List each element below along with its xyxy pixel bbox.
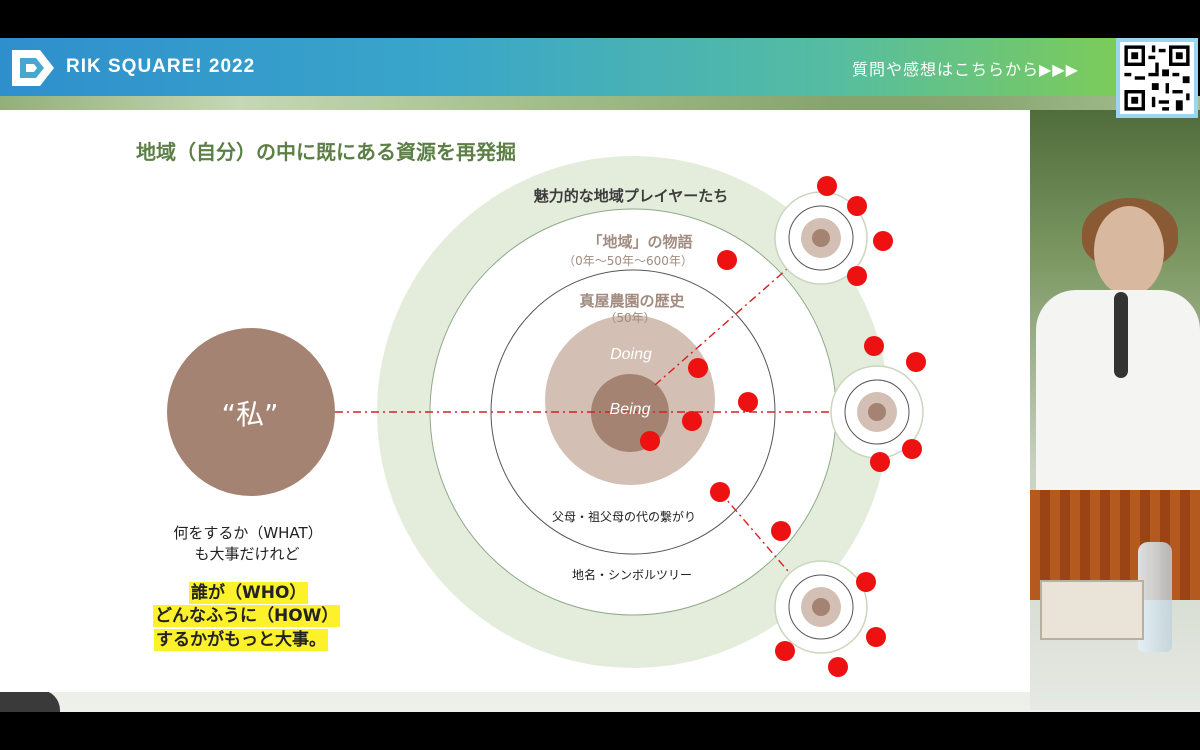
red-dot — [710, 482, 730, 502]
who-line-3: するかがもっと大事。 — [154, 629, 328, 651]
who-line-2: どんなふうに（HOW） — [153, 605, 341, 627]
red-dot — [771, 521, 791, 541]
watashi-label: “私” — [221, 398, 279, 431]
red-dot — [864, 336, 884, 356]
slide-title: 地域（自分）の中に既にある資源を再発掘 — [136, 140, 516, 164]
red-dot — [828, 657, 848, 677]
what-line-2: も大事だけれど — [194, 545, 300, 563]
red-dot — [688, 358, 708, 378]
red-dot — [640, 431, 660, 451]
doing-label: Doing — [610, 346, 652, 363]
red-dot — [847, 266, 867, 286]
family-ties-label: 父母・祖父母の代の繋がり — [551, 510, 697, 524]
microphone-icon — [1114, 292, 1128, 378]
foreground-object — [0, 690, 60, 712]
red-dot — [866, 627, 886, 647]
history-subtitle: （50年） — [604, 311, 656, 325]
red-dot — [817, 176, 837, 196]
red-dot — [775, 641, 795, 661]
bottom-letterbox — [0, 712, 1200, 750]
qr-code-icon — [1121, 42, 1193, 114]
story-subtitle: （0年〜50年〜600年） — [563, 254, 693, 268]
history-title: 真屋農園の歴史 — [579, 292, 685, 310]
place-name-label: 地名・シンボルツリー — [571, 568, 693, 582]
speaker-face — [1094, 206, 1164, 296]
floor-photo-card — [1040, 580, 1144, 640]
what-line-1: 何をするか（WHAT） — [173, 524, 323, 542]
red-dot — [870, 452, 890, 472]
app-title: RIK SQUARE! 2022 — [66, 56, 256, 77]
being-label: Being — [609, 401, 651, 418]
red-dot — [717, 250, 737, 270]
red-dot — [847, 196, 867, 216]
story-title: 「地域」の物語 — [587, 233, 693, 251]
rik-logo-icon — [12, 50, 54, 86]
players-label: 魅力的な地域プレイヤーたち — [533, 187, 729, 205]
red-dot — [856, 572, 876, 592]
red-dot — [682, 411, 702, 431]
feedback-link[interactable]: 質問や感想はこちらから▶▶▶ — [852, 56, 1079, 80]
qr-code[interactable] — [1116, 38, 1198, 118]
stream-frame: RIK SQUARE! 2022 質問や感想はこちらから▶▶▶ 地域（自分）の中… — [0, 0, 1200, 750]
red-dot — [906, 352, 926, 372]
red-dot — [902, 439, 922, 459]
satellite-bottom — [774, 560, 868, 654]
red-dot — [873, 231, 893, 251]
who-line-1: 誰が（WHO） — [189, 582, 309, 604]
red-dot — [738, 392, 758, 412]
